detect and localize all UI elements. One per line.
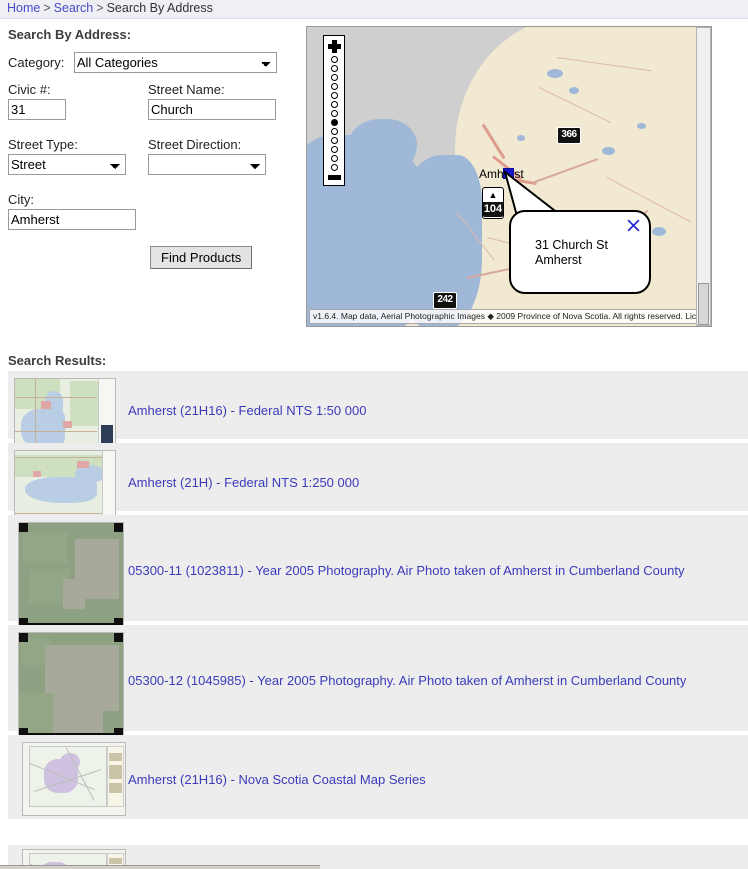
zoom-level-6[interactable] [330,101,338,108]
map-popup-bubble: 31 Church St Amherst [509,210,651,294]
zoom-in-plus-icon[interactable] [327,40,341,53]
map-attribution: v1.6.4. Map data, Aerial Photographic Im… [309,309,697,324]
civic-street-row: Civic #: Street Name: [8,82,298,128]
map-lake-5 [652,227,666,236]
civic-field-group: Civic #: [8,82,66,120]
coastal-map-thumbnail [23,743,125,815]
street-type-label: Street Type: [8,137,78,152]
zoom-level-3[interactable] [330,74,338,81]
breadcrumb-current: Search By Address [106,1,213,15]
map-lake-6 [457,282,475,289]
map-scrollbar-thumb[interactable] [698,283,709,325]
category-select[interactable]: All Categories [73,52,277,73]
result-link[interactable]: Amherst (21H16) - Nova Scotia Coastal Ma… [128,742,748,788]
result-row[interactable]: Amherst (21H16) - Nova Scotia Coastal Ma… [8,735,748,819]
zoom-level-5[interactable] [330,92,338,99]
search-by-address-form: Category: All Categories Civic #: Street… [8,52,298,269]
map-lake-4 [637,123,646,129]
civic-number-input[interactable] [8,99,66,120]
result-thumbnail-topo-250k[interactable] [14,450,116,524]
result-link[interactable]: 05300-11 (1023811) - Year 2005 Photograp… [128,522,748,579]
zoom-level-4[interactable] [330,83,338,90]
find-products-button[interactable]: Find Products [150,246,253,269]
map-shield-242: 242 [433,292,457,309]
zoom-level-1[interactable] [330,56,338,63]
browser-status-bar [0,865,320,869]
topo-map-thumbnail [15,451,115,523]
result-thumbnail-topo-50k[interactable] [14,378,116,452]
result-row[interactable]: 05300-11 (1023811) - Year 2005 Photograp… [8,515,748,628]
breadcrumb-link-home[interactable]: Home [7,1,40,15]
street-type-select[interactable]: Street [8,154,126,175]
result-row[interactable]: 05300-12 (1045985) - Year 2005 Photograp… [8,625,748,738]
close-x-icon[interactable] [627,219,640,232]
category-row: Category: All Categories [8,52,298,73]
civic-label: Civic #: [8,82,51,97]
city-field-group: City: [8,192,298,230]
street-direction-field-group: Street Direction: [148,137,266,175]
map-panel[interactable]: 366 242 ▲ 104 Amherst 31 Church St Amher… [306,26,712,327]
search-results-list: Amherst (21H16) - Federal NTS 1:50 000 A… [8,371,748,823]
map-lake-7 [517,135,525,141]
aerial-photo-thumbnail [19,523,123,627]
result-thumbnail-aerial-05300-12[interactable] [18,632,124,738]
map-zoom-control[interactable] [323,35,345,186]
map-vertical-scrollbar[interactable] [696,27,711,326]
zoom-level-8-active[interactable] [330,119,338,126]
zoom-level-2[interactable] [330,65,338,72]
city-input[interactable] [8,209,136,230]
zoom-level-13[interactable] [330,164,338,171]
zoom-level-11[interactable] [330,146,338,153]
street-name-input[interactable] [148,99,276,120]
result-link[interactable]: Amherst (21H16) - Federal NTS 1:50 000 [128,378,748,419]
street-direction-select[interactable] [148,154,266,175]
street-name-label: Street Name: [148,82,225,97]
result-link[interactable]: 05300-12 (1045985) - Year 2005 Photograp… [128,632,748,689]
breadcrumb-separator-1: > [43,1,51,15]
result-link[interactable]: Amherst (21H) - Federal NTS 1:250 000 [128,450,748,491]
map-lake-1 [547,69,563,78]
street-type-field-group: Street Type: Street [8,137,126,175]
map-popup-text: 31 Church St Amherst [535,238,608,267]
topo-map-thumbnail [15,379,115,451]
map-canvas[interactable]: 366 242 ▲ 104 Amherst 31 Church St Amher… [307,27,711,326]
aerial-photo-thumbnail [19,633,123,737]
breadcrumb-separator-2: > [96,1,104,15]
result-thumbnail-coastal[interactable] [22,742,126,816]
result-row[interactable]: Amherst (21H16) - Federal NTS 1:50 000 [8,371,748,452]
zoom-level-10[interactable] [330,137,338,144]
result-row[interactable]: Amherst (21H) - Federal NTS 1:250 000 [8,443,748,524]
breadcrumb-link-search[interactable]: Search [54,1,94,15]
street-type-direction-row: Street Type: Street Street Direction: [8,137,298,183]
page-root: Home > Search > Search By Address Search By … [0,0,748,869]
map-lake-3 [602,147,615,155]
zoom-level-7[interactable] [330,110,338,117]
zoom-out-minus-icon[interactable] [327,175,341,180]
category-label: Category: [8,55,65,70]
submit-row: Find Products [8,246,298,269]
map-lake-2 [569,87,579,94]
result-thumbnail-aerial-05300-11[interactable] [18,522,124,628]
street-name-field-group: Street Name: [148,82,276,120]
street-direction-label: Street Direction: [148,137,242,152]
search-results-heading: Search Results: [8,353,107,368]
breadcrumb: Home > Search > Search By Address [0,0,748,19]
zoom-level-9[interactable] [330,128,338,135]
zoom-level-12[interactable] [330,155,338,162]
map-shield-366: 366 [557,127,581,144]
city-label: City: [8,192,34,207]
